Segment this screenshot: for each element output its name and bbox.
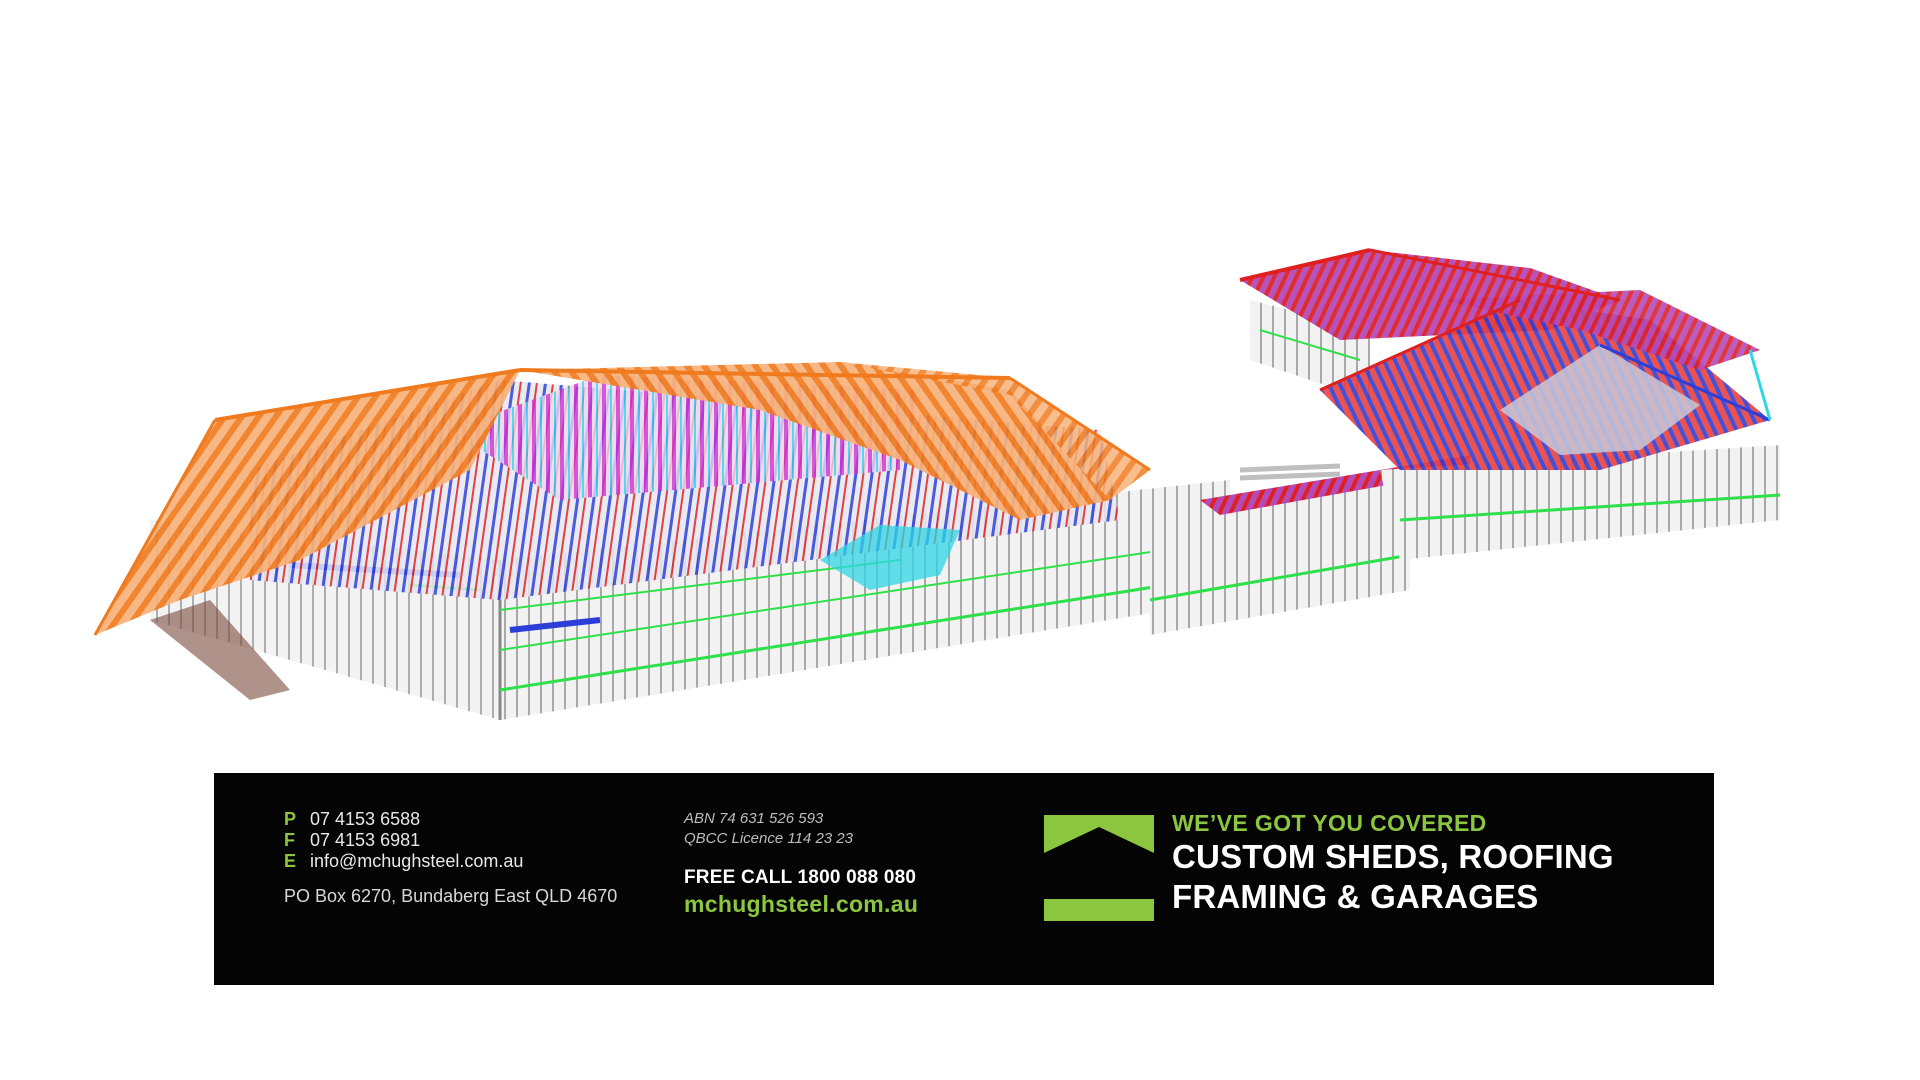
contact-block: P 07 4153 6588 F 07 4153 6981 E info@mch… xyxy=(284,809,617,907)
free-call-text[interactable]: FREE CALL 1800 088 080 xyxy=(684,867,918,889)
legal-block: ABN 74 631 526 593 QBCC Licence 114 23 2… xyxy=(684,809,918,918)
abn-text: ABN 74 631 526 593 xyxy=(684,810,824,827)
headline-line-1: CUSTOM SHEDS, ROOFING xyxy=(1172,838,1614,875)
page: P 07 4153 6588 F 07 4153 6981 E info@mch… xyxy=(0,0,1920,1080)
brand-tagline-block: WE’VE GOT YOU COVERED CUSTOM SHEDS, ROOF… xyxy=(1172,810,1614,917)
logo-graphic xyxy=(1044,815,1154,921)
fax-key: F xyxy=(284,830,295,850)
phone-row: P 07 4153 6588 xyxy=(284,809,617,830)
email-row: E info@mchughsteel.com.au xyxy=(284,851,617,872)
fax-row: F 07 4153 6981 xyxy=(284,830,617,851)
steel-frame-3d-model xyxy=(0,0,1920,760)
contact-banner: P 07 4153 6588 F 07 4153 6981 E info@mch… xyxy=(214,773,1714,985)
website-link[interactable]: mchughsteel.com.au xyxy=(684,891,918,918)
tagline-text: WE’VE GOT YOU COVERED xyxy=(1172,810,1487,836)
email-link[interactable]: info@mchughsteel.com.au xyxy=(310,851,523,872)
postal-address: PO Box 6270, Bundaberg East QLD 4670 xyxy=(284,886,618,906)
headline-line-2: FRAMING & GARAGES xyxy=(1172,878,1539,915)
phone-number[interactable]: 07 4153 6588 xyxy=(310,809,420,830)
email-key: E xyxy=(284,851,297,871)
qbcc-licence-text: QBCC Licence 114 23 23 xyxy=(684,830,853,847)
frame-model-drawing xyxy=(93,248,1781,720)
house-roof-logo-icon xyxy=(1044,815,1154,923)
phone-key: P xyxy=(284,809,297,829)
fax-number: 07 4153 6981 xyxy=(310,830,421,850)
